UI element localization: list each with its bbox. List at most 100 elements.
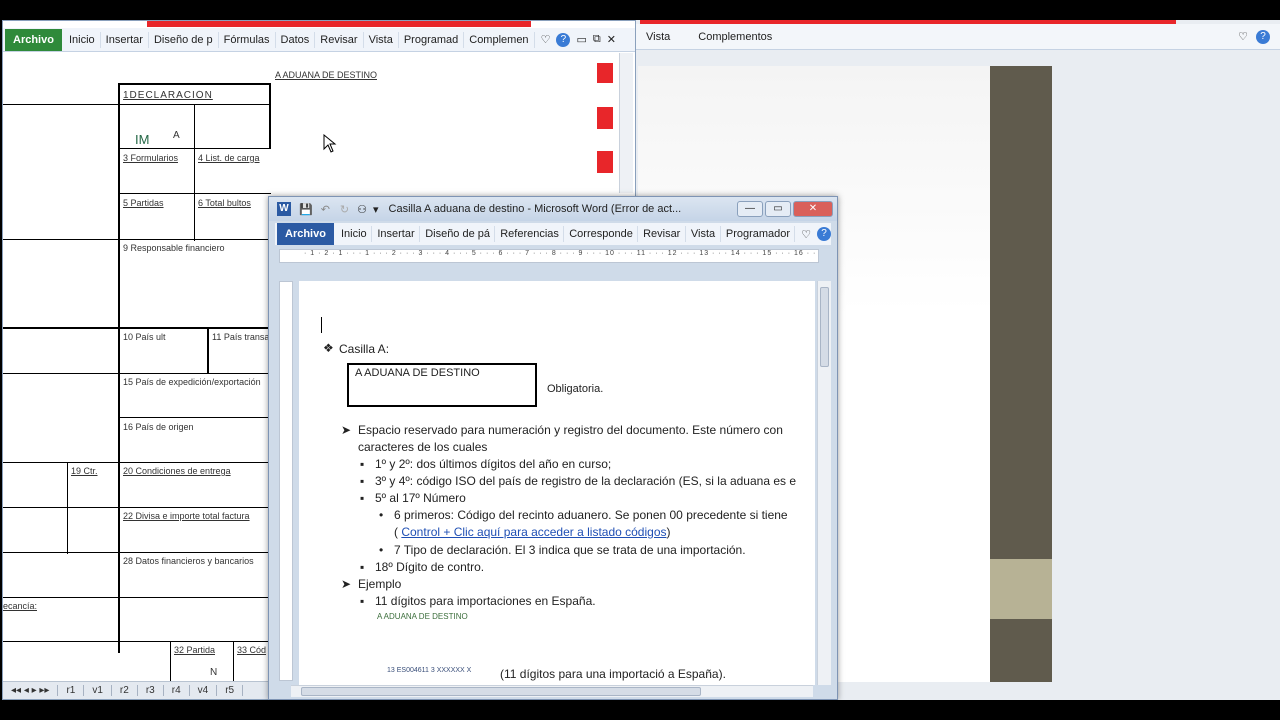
word-tab-insertar[interactable]: Insertar [372, 226, 421, 242]
excel-tab-insertar[interactable]: Insertar [101, 31, 149, 48]
grid-line [3, 462, 271, 463]
sheet-nav-arrows-icon[interactable]: ◂◂ ◂ ▸ ▸▸ [3, 685, 59, 696]
casilla-heading: Casilla A: [339, 342, 390, 356]
word-title-bar: W 💾 ↶ ↻ ⚇ ▾ Casilla A aduana de destino … [269, 197, 837, 221]
cell-divisa[interactable]: 22 Divisa e importe total factura [123, 511, 250, 521]
grid-line [3, 239, 271, 240]
minimize-icon[interactable]: ▭ [576, 33, 586, 46]
example-image-code: 13 ES004611 3 XXXXXX X [387, 667, 472, 674]
help-icon[interactable]: ? [556, 32, 571, 47]
excel-tab-complementos[interactable]: Complemen [464, 31, 535, 48]
sheet-tab-r3[interactable]: r3 [138, 685, 164, 696]
round-bullet-icon: • [379, 543, 384, 557]
cell-cod33[interactable]: 33 Cód [237, 645, 271, 655]
sub-bullet-2-text: 7 Tipo de declaración. El 3 indica que s… [394, 543, 746, 557]
cell-n[interactable]: N [210, 667, 217, 678]
help-icon[interactable]: ? [817, 227, 831, 241]
cell-responsable[interactable]: 9 Responsable financiero [123, 243, 225, 253]
excel-tab-vista[interactable]: Vista [364, 31, 399, 48]
word-horizontal-scrollbar[interactable] [291, 685, 813, 697]
cell-pais-trans[interactable]: 11 País transa [212, 332, 270, 342]
excel-tab-programador[interactable]: Programad [399, 31, 465, 48]
word-tab-vista[interactable]: Vista [686, 226, 721, 242]
excel-vertical-scrollbar[interactable] [619, 53, 633, 193]
text-cursor [321, 317, 322, 333]
hscroll-thumb[interactable] [301, 687, 701, 696]
redo-icon[interactable]: ↻ [340, 203, 349, 216]
square-bullet-icon: ▪ [360, 594, 365, 608]
sheet-tab-v4[interactable]: v4 [190, 685, 218, 696]
ejemplo-text: Ejemplo [358, 577, 402, 591]
bg-tab-vista[interactable]: Vista [646, 31, 670, 43]
cell-im[interactable]: IM [135, 132, 149, 147]
aduana-box-text: A ADUANA DE DESTINO [355, 367, 480, 379]
bg-tab-complementos[interactable]: Complementos [698, 31, 772, 43]
aduana-box: A ADUANA DE DESTINO [347, 363, 537, 407]
word-tab-inicio[interactable]: Inicio [336, 226, 373, 242]
word-archivo-tab[interactable]: Archivo [277, 223, 334, 245]
word-minimize-button[interactable]: — [737, 201, 763, 217]
cell-partida32[interactable]: 32 Partida [174, 645, 215, 655]
word-vertical-scrollbar[interactable] [817, 281, 831, 685]
word-tab-correspondencia[interactable]: Corresponde [564, 226, 639, 242]
word-tab-referencias[interactable]: Referencias [495, 226, 565, 242]
word-document-page[interactable]: ❖ Casilla A: A ADUANA DE DESTINO Obligat… [299, 281, 815, 685]
cell-list-carga[interactable]: 4 List. de carga [198, 153, 260, 163]
chevron-down-icon[interactable]: ♡ [1238, 30, 1248, 43]
vertical-ruler[interactable] [279, 281, 293, 681]
word-tab-diseno[interactable]: Diseño de pá [420, 226, 496, 242]
bullet-4-text: 18º Dígito de contro. [375, 560, 485, 574]
cell-declaracion[interactable]: 1DECLARACIÓN [123, 90, 213, 101]
sheet-tab-r1[interactable]: r1 [58, 685, 85, 696]
excel-tab-revisar[interactable]: Revisar [315, 31, 364, 48]
caracteres-text: caracteres de los cuales [358, 440, 488, 454]
grid-line [269, 83, 271, 149]
cell-ecancia[interactable]: ecancía: [3, 601, 37, 611]
sheet-tab-r4[interactable]: r4 [164, 685, 190, 696]
chevron-down-icon[interactable]: ♡ [541, 33, 551, 46]
restore-icon[interactable]: ⧉ [593, 33, 601, 46]
cell-pais-origen[interactable]: 16 País de origen [123, 422, 194, 432]
quick-access-dropdown-icon[interactable]: ▾ [373, 203, 379, 216]
mouse-cursor-icon [323, 134, 337, 153]
scroll-thumb[interactable] [820, 287, 829, 367]
excel-tab-inicio[interactable]: Inicio [64, 31, 101, 48]
cell-datos-fin[interactable]: 28 Datos financieros y bancarios [123, 556, 271, 566]
word-maximize-button[interactable]: ▭ [765, 201, 791, 217]
arrow-bullet-icon: ➤ [341, 577, 352, 591]
sheet-tab-r5[interactable]: r5 [217, 685, 244, 696]
chevron-down-icon[interactable]: ♡ [801, 228, 811, 241]
cell-pais-ult[interactable]: 10 País ult [123, 332, 166, 342]
codigos-link[interactable]: Control + Clic aquí para acceder a lista… [401, 525, 666, 539]
bg-slide-band-light [990, 559, 1052, 619]
cell-a-aduana[interactable]: A ADUANA DE DESTINO [275, 70, 377, 80]
horizontal-ruler[interactable]: · 1 · 2 · 1 · · · 1 · · · 2 · · · 3 · · … [279, 249, 819, 263]
grid-line [118, 417, 271, 418]
grid-line [3, 507, 271, 508]
cell-condiciones[interactable]: 20 Condiciones de entrega [123, 466, 231, 476]
save-icon[interactable]: 💾 [299, 203, 313, 216]
espacio-text: Espacio reservado para numeración y regi… [358, 423, 783, 437]
word-close-button[interactable]: ✕ [793, 201, 833, 217]
word-tab-programador[interactable]: Programador [721, 226, 796, 242]
undo-icon[interactable]: ↶ [321, 203, 330, 216]
cell-formularios[interactable]: 3 Formularios [123, 153, 178, 163]
help-icon[interactable]: ? [1256, 29, 1270, 44]
word-tab-revisar[interactable]: Revisar [638, 226, 686, 242]
grid-line [3, 597, 271, 598]
excel-tab-datos[interactable]: Datos [276, 31, 316, 48]
excel-tab-diseno[interactable]: Diseño de p [149, 31, 219, 48]
close-icon[interactable]: ✕ [607, 33, 616, 46]
sheet-tab-r2[interactable]: r2 [112, 685, 138, 696]
tree-icon[interactable]: ⚇ [357, 203, 367, 216]
sheet-tab-v1[interactable]: v1 [84, 685, 112, 696]
bullet-2-text: 3º y 4º: código ISO del país de registro… [375, 474, 797, 488]
cell-pais-exp[interactable]: 15 País de expedición/exportación [123, 377, 271, 387]
cell-partidas[interactable]: 5 Partidas [123, 198, 164, 208]
cell-a[interactable]: A [173, 130, 180, 141]
excel-archivo-tab[interactable]: Archivo [5, 28, 62, 51]
excel-tab-formulas[interactable]: Fórmulas [219, 31, 276, 48]
excel-ribbon: Archivo Inicio Insertar Diseño de p Fórm… [3, 28, 635, 52]
cell-total-bultos[interactable]: 6 Total bultos [198, 198, 251, 208]
cell-ctr[interactable]: 19 Ctr. [71, 466, 98, 476]
